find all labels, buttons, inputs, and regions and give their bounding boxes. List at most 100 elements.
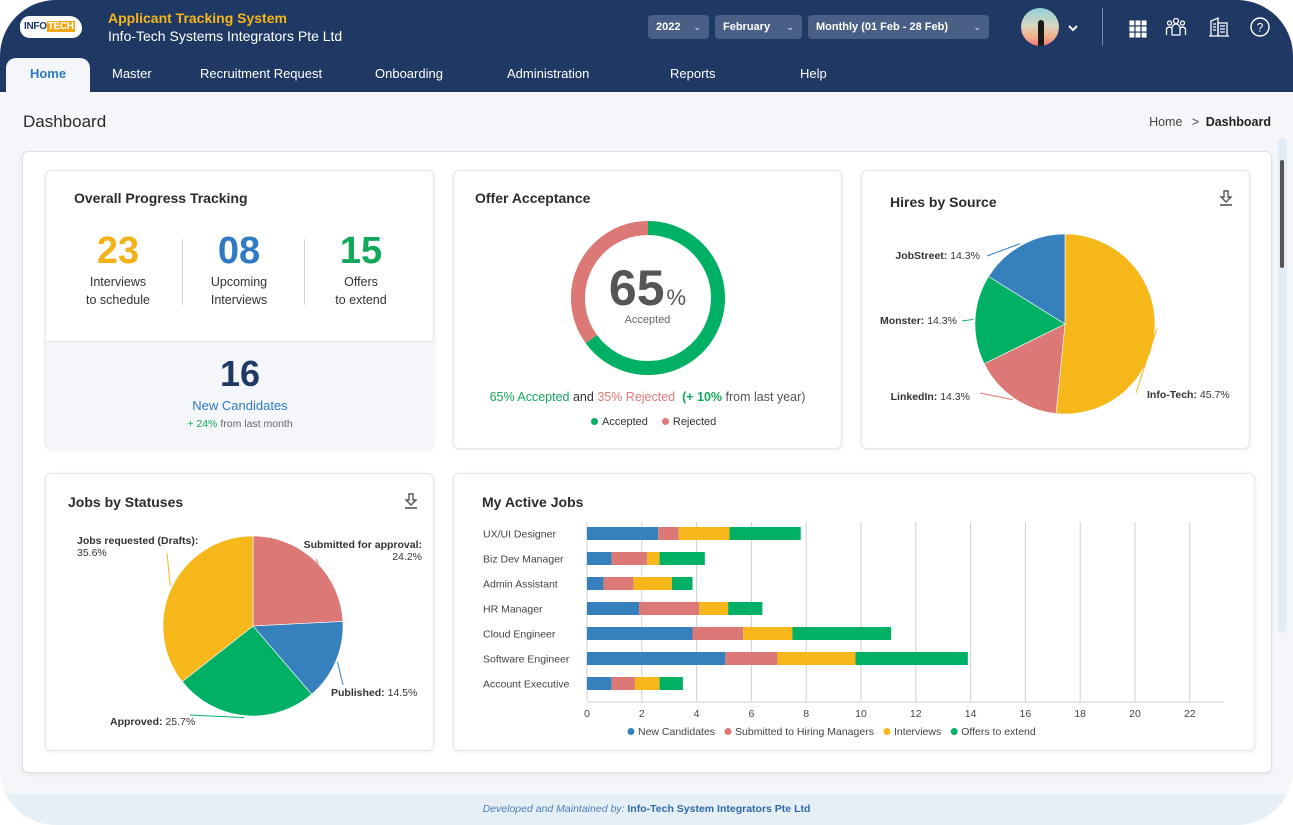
bar-biz-dev-manager-submitted-to-hiring-managers[interactable]	[611, 552, 648, 565]
bar-admin-assistant-submitted-to-hiring-managers[interactable]	[603, 577, 634, 590]
bar-software-engineer-interviews[interactable]	[777, 652, 856, 665]
bar-software-engineer-submitted-to-hiring-managers[interactable]	[725, 652, 778, 665]
hires-pie-chart: Info-Tech: 45.7% LinkedIn: 14.3% Monster: …	[880, 233, 1230, 415]
company-logo[interactable]: INFOTECH	[20, 16, 82, 38]
x-tick-label: 16	[1020, 708, 1032, 720]
new-candidates-panel[interactable]: 16 New Candidates + 24% from last month	[46, 341, 434, 449]
bar-account-executive-submitted-to-hiring-managers[interactable]	[611, 677, 635, 690]
jobs-by-statuses-card: Jobs by Statuses Submitted for approval:…	[45, 473, 434, 751]
progress-card-title: Overall Progress Tracking	[74, 190, 248, 206]
pie-label-submitted-for-approval: Submitted for approval:	[304, 539, 422, 551]
bar-ux-ui-designer-interviews[interactable]	[678, 527, 730, 540]
bar-admin-assistant-interviews[interactable]	[633, 577, 672, 590]
y-tick-label: Admin Assistant	[483, 579, 558, 591]
legend-dot	[591, 418, 598, 425]
bar-hr-manager-interviews[interactable]	[699, 602, 729, 615]
bar-account-executive-interviews[interactable]	[634, 677, 660, 690]
chevron-down-icon: ⌄	[693, 21, 701, 32]
bar-cloud-engineer-offers-to-extend[interactable]	[792, 627, 892, 640]
pie-label-linkedin: LinkedIn: 14.3%	[891, 391, 970, 403]
tab-home[interactable]: Home	[6, 58, 90, 92]
legend-dot-offers-to-extend	[950, 728, 958, 735]
month-select[interactable]: February ⌄	[715, 15, 802, 39]
y-tick-label: Account Executive	[483, 679, 570, 691]
bar-hr-manager-offers-to-extend[interactable]	[728, 602, 763, 615]
company-name: Info-Tech Systems Integrators Pte Ltd	[108, 28, 343, 44]
tab-onboarding[interactable]: Onboarding	[375, 58, 443, 92]
stat-value: 15	[339, 230, 383, 272]
user-avatar[interactable]	[1021, 8, 1059, 46]
bar-admin-assistant-offers-to-extend[interactable]	[671, 577, 693, 590]
y-tick-label: Cloud Engineer	[483, 629, 556, 641]
bar-hr-manager-submitted-to-hiring-managers[interactable]	[639, 602, 700, 615]
user-menu-chevron-icon[interactable]	[1067, 24, 1079, 34]
legend-dot-submitted-to-hiring-managers	[724, 728, 732, 735]
pie-slice-info-tech[interactable]	[1055, 233, 1156, 415]
bar-account-executive-offers-to-extend[interactable]	[659, 677, 683, 690]
pie-leader-line	[337, 662, 344, 686]
breadcrumb: Home > Dashboard	[1149, 115, 1271, 129]
footer-prefix: Developed and Maintained by:	[482, 803, 625, 815]
pie-label-info-tech: Info-Tech: 45.7%	[1147, 389, 1230, 401]
stat-label: Upcoming	[210, 275, 268, 289]
legend-label-submitted-to-hiring-managers[interactable]: Submitted to Hiring Managers	[735, 726, 874, 738]
x-tick-label: 22	[1184, 708, 1196, 720]
progress-card: Overall Progress Tracking 23 Interviews …	[45, 170, 434, 449]
legend-label-interviews[interactable]: Interviews	[894, 726, 941, 738]
bar-account-executive-new-candidates[interactable]	[587, 677, 612, 690]
tab-help[interactable]: Help	[800, 58, 827, 92]
bar-ux-ui-designer-new-candidates[interactable]	[587, 527, 659, 540]
x-tick-label: 4	[694, 708, 700, 720]
pie-label-monster: Monster: 14.3%	[880, 315, 957, 327]
team-icon[interactable]	[1165, 16, 1187, 38]
legend-item-accepted[interactable]: Accepted	[591, 416, 648, 428]
offer-summary-suffix: from last year)	[725, 390, 806, 404]
legend-item-rejected[interactable]: Rejected	[661, 416, 716, 428]
tab-reports[interactable]: Reports	[670, 58, 716, 92]
legend-dot-interviews	[883, 728, 891, 735]
y-tick-label: Software Engineer	[483, 654, 570, 666]
legend-label-offers-to-extend[interactable]: Offers to extend	[961, 726, 1036, 738]
offer-summary-and: and	[572, 390, 594, 404]
tab-master[interactable]: Master	[112, 58, 152, 92]
app-title: Applicant Tracking System	[108, 10, 287, 26]
bar-ux-ui-designer-offers-to-extend[interactable]	[729, 527, 801, 540]
scrollbar-thumb[interactable]	[1280, 160, 1284, 268]
bar-software-engineer-offers-to-extend[interactable]	[855, 652, 968, 665]
help-icon[interactable]: ?	[1249, 16, 1271, 38]
tab-recruitment-request[interactable]: Recruitment Request	[200, 58, 322, 92]
bar-hr-manager-new-candidates[interactable]	[587, 602, 640, 615]
bar-admin-assistant-new-candidates[interactable]	[587, 577, 604, 590]
bar-ux-ui-designer-submitted-to-hiring-managers[interactable]	[658, 527, 679, 540]
bar-cloud-engineer-interviews[interactable]	[743, 627, 793, 640]
stat-label: to extend	[335, 293, 387, 307]
stat-divider	[304, 239, 305, 305]
year-select[interactable]: 2022 ⌄	[648, 15, 709, 39]
chevron-down-icon: ⌄	[786, 21, 794, 32]
top-header: INFOTECH Applicant Tracking System Info-…	[0, 0, 1293, 92]
offer-summary-change: (+ 10%	[682, 390, 723, 404]
bar-biz-dev-manager-interviews[interactable]	[647, 552, 660, 565]
bar-software-engineer-new-candidates[interactable]	[587, 652, 726, 665]
offer-summary-rejected: 35% Rejected	[597, 390, 676, 404]
bar-biz-dev-manager-new-candidates[interactable]	[587, 552, 612, 565]
pie-leader-line	[979, 392, 1013, 401]
hires-by-source-card: Hires by Source Info-Tech: 45.7% LinkedIn…	[861, 170, 1250, 449]
breadcrumb-home[interactable]: Home	[1149, 115, 1182, 129]
range-select[interactable]: Monthly (01 Feb - 28 Feb) ⌄	[808, 15, 989, 39]
breadcrumb-current: Dashboard	[1205, 115, 1271, 129]
bar-cloud-engineer-new-candidates[interactable]	[587, 627, 693, 640]
legend-label-new-candidates[interactable]: New Candidates	[638, 726, 715, 738]
active-jobs-bar-chart: 0 2 4 6 8 10 12 14 16 18 20 22 UX/UI Designer Biz Dev…	[483, 522, 1225, 738]
new-candidates-change-suffix: from last month	[220, 418, 293, 430]
offer-card-title: Offer Acceptance	[475, 190, 591, 206]
bar-cloud-engineer-submitted-to-hiring-managers[interactable]	[692, 627, 744, 640]
new-candidates-value: 16	[219, 353, 261, 394]
pie-leader-line	[166, 552, 171, 586]
bar-biz-dev-manager-offers-to-extend[interactable]	[659, 552, 705, 565]
stat-divider	[182, 239, 183, 305]
apps-grid-icon[interactable]	[1127, 18, 1149, 40]
tab-administration[interactable]: Administration	[507, 58, 589, 92]
offer-percent-sign: %	[666, 285, 687, 310]
building-icon[interactable]	[1208, 16, 1230, 38]
